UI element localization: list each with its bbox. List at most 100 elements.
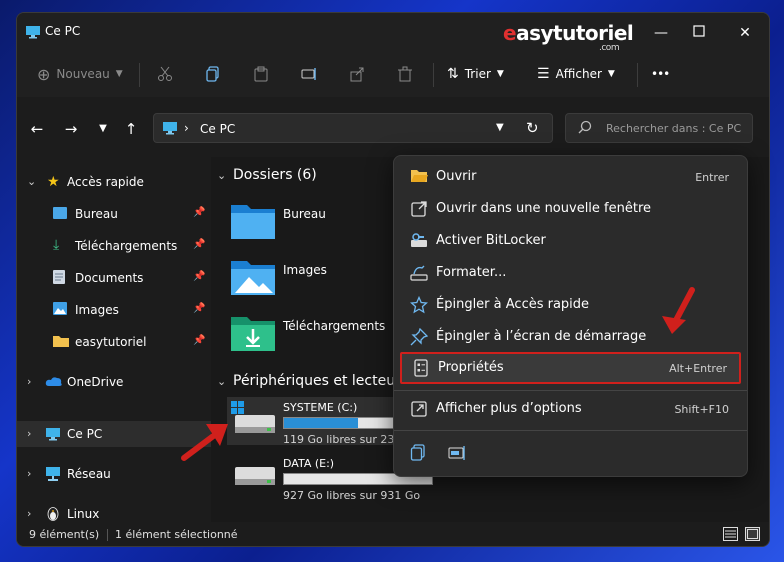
- chevron-down-icon[interactable]: ⌄: [27, 175, 36, 188]
- drive-usage-fill: [284, 418, 358, 428]
- folder-icon: [53, 335, 69, 350]
- close-icon[interactable]: ✕: [735, 23, 755, 43]
- back-icon[interactable]: ←: [29, 121, 45, 137]
- images-folder-icon: [231, 257, 275, 300]
- breadcrumb-separator-icon: ›: [184, 121, 189, 135]
- rename-icon[interactable]: [448, 444, 468, 465]
- sidebar-item-images[interactable]: Images 📌: [17, 297, 211, 323]
- menu-item-open[interactable]: Ouvrir Entrer: [400, 162, 741, 192]
- menu-item-bitlocker[interactable]: Activer BitLocker: [400, 226, 741, 256]
- sidebar-item-onedrive[interactable]: › OneDrive: [17, 369, 211, 395]
- sidebar-item-desktop[interactable]: Bureau 📌: [17, 201, 211, 227]
- chevron-right-icon[interactable]: ›: [27, 467, 31, 480]
- folder-item-desktop[interactable]: Bureau: [231, 201, 391, 247]
- pin-icon[interactable]: 📌: [193, 335, 205, 346]
- pin-icon[interactable]: 📌: [193, 303, 205, 314]
- star-icon: ★: [47, 174, 60, 190]
- chevron-down-icon: ▼: [496, 69, 504, 79]
- chevron-right-icon[interactable]: ›: [27, 375, 31, 388]
- more-options-icon[interactable]: •••: [651, 63, 670, 85]
- folder-open-icon: [410, 168, 428, 186]
- plus-icon: ⊕: [37, 64, 51, 84]
- more-options-icon: [410, 400, 428, 418]
- copy-icon[interactable]: [205, 63, 221, 85]
- chevron-right-icon[interactable]: ›: [27, 427, 31, 440]
- title-bar: Ce PC easytutoriel .com — ✕: [17, 13, 769, 53]
- download-icon: ⤓: [53, 237, 60, 253]
- system-drive-icon: [229, 399, 277, 440]
- properties-icon: [412, 359, 430, 377]
- folder-item-downloads[interactable]: Téléchargements: [231, 313, 401, 359]
- chevron-down-icon: ▼: [115, 69, 123, 79]
- new-button[interactable]: ⊕ Nouveau ▼: [37, 63, 123, 85]
- pin-icon[interactable]: 📌: [193, 271, 205, 282]
- address-bar[interactable]: › Ce PC ▼ ↻: [153, 113, 553, 143]
- menu-item-more-options[interactable]: Afficher plus d’options Shift+F10: [400, 394, 741, 424]
- pc-icon: [25, 25, 41, 42]
- view-icon: ☰: [537, 66, 550, 82]
- chevron-down-icon[interactable]: ⌄: [217, 375, 226, 388]
- sort-icon: ⇅: [447, 66, 459, 82]
- image-icon: [53, 302, 67, 318]
- rename-icon[interactable]: [301, 63, 319, 85]
- details-view-icon[interactable]: [723, 527, 738, 544]
- bitlocker-icon: [410, 232, 428, 250]
- paste-icon[interactable]: [253, 63, 269, 85]
- forward-icon[interactable]: →: [63, 121, 79, 137]
- menu-item-properties[interactable]: Propriétés Alt+Entrer: [400, 352, 741, 384]
- open-new-window-icon: [410, 200, 428, 218]
- navigation-pane: ⌄ ★ Accès rapide Bureau 📌 ⤓ Téléchargeme…: [17, 157, 211, 522]
- pc-icon: [162, 121, 178, 138]
- minimize-icon[interactable]: —: [651, 23, 671, 43]
- pc-icon: [45, 427, 61, 444]
- chevron-right-icon[interactable]: ›: [27, 507, 31, 520]
- up-icon[interactable]: ↑: [123, 121, 139, 137]
- star-icon: [409, 295, 429, 314]
- status-bar: 9 élément(s) 1 élément sélectionné: [17, 522, 769, 546]
- share-icon[interactable]: [349, 63, 365, 85]
- search-placeholder: Rechercher dans : Ce PC: [606, 122, 742, 135]
- devices-section-header[interactable]: ⌄ Périphériques et lecteurs: [217, 373, 408, 389]
- refresh-icon[interactable]: ↻: [526, 119, 539, 137]
- view-button[interactable]: ☰ Afficher ▼: [537, 63, 615, 85]
- search-input[interactable]: Rechercher dans : Ce PC: [565, 113, 753, 143]
- sidebar-item-quick-access[interactable]: ⌄ ★ Accès rapide: [17, 169, 211, 195]
- delete-icon[interactable]: [397, 63, 413, 85]
- sidebar-item-documents[interactable]: Documents 📌: [17, 265, 211, 291]
- breadcrumb[interactable]: Ce PC: [200, 122, 235, 136]
- data-drive-icon: [229, 461, 277, 492]
- sidebar-item-downloads[interactable]: ⤓ Téléchargements 📌: [17, 233, 211, 259]
- document-icon: [53, 270, 65, 287]
- chevron-down-icon: ▼: [607, 69, 615, 79]
- copy-icon[interactable]: [410, 444, 426, 465]
- sidebar-item-network[interactable]: › Réseau: [17, 461, 211, 487]
- pin-icon[interactable]: 📌: [193, 207, 205, 218]
- navigation-bar: ← → ▼ ↑ › Ce PC ▼ ↻ Rechercher dans : Ce…: [17, 97, 769, 157]
- tiles-view-icon[interactable]: [745, 527, 760, 544]
- annotation-arrow-icon: [662, 287, 695, 334]
- folder-item-images[interactable]: Images: [231, 257, 391, 303]
- desktop-folder-icon: [231, 201, 275, 244]
- pin-icon: [410, 327, 429, 346]
- search-icon: [578, 120, 592, 137]
- menu-item-format[interactable]: Formater...: [400, 258, 741, 288]
- item-count: 9 élément(s): [29, 528, 100, 541]
- selection-count: 1 élément sélectionné: [115, 528, 238, 541]
- sort-button[interactable]: ⇅ Trier ▼: [447, 63, 504, 85]
- chevron-down-icon[interactable]: ▼: [496, 122, 504, 133]
- sidebar-item-easytutoriel[interactable]: easytutoriel 📌: [17, 329, 211, 355]
- pin-icon[interactable]: 📌: [193, 239, 205, 250]
- folders-section-header[interactable]: ⌄ Dossiers (6): [217, 167, 317, 183]
- menu-item-open-new-window[interactable]: Ouvrir dans une nouvelle fenêtre: [400, 194, 741, 224]
- cut-icon[interactable]: [157, 63, 173, 85]
- desktop-icon: [53, 207, 67, 222]
- chevron-down-icon[interactable]: ⌄: [217, 169, 226, 182]
- window-title: Ce PC: [45, 24, 81, 38]
- command-bar: ⊕ Nouveau ▼ ⇅ Trier ▼ ☰ Afficher ▼ •••: [17, 51, 769, 98]
- maximize-icon[interactable]: [689, 23, 709, 43]
- cloud-icon: [45, 376, 63, 390]
- annotation-arrow-icon: [181, 424, 228, 461]
- downloads-folder-icon: [231, 313, 275, 356]
- recent-locations-icon[interactable]: ▼: [95, 121, 111, 137]
- format-icon: [410, 264, 428, 282]
